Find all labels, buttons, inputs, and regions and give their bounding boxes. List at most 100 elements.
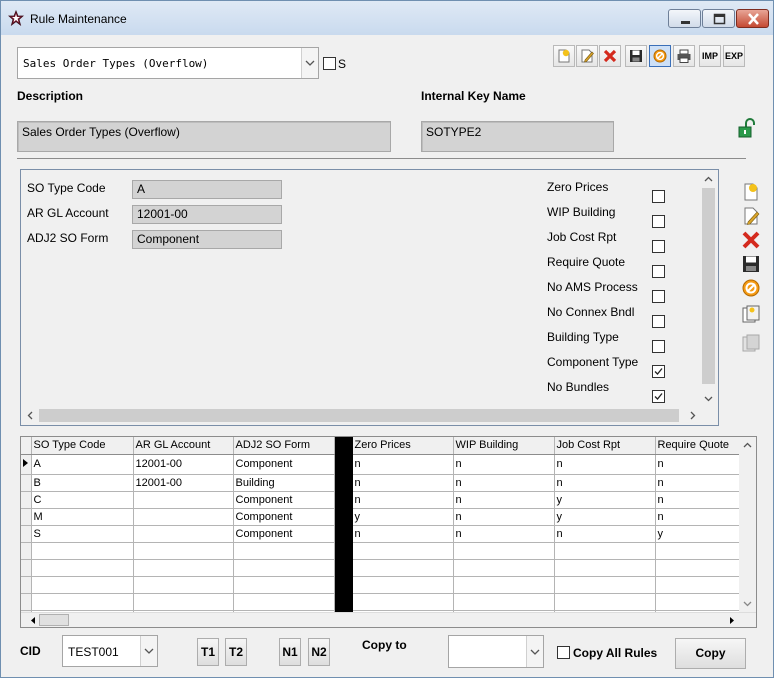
cell[interactable]: n: [453, 491, 555, 509]
cell[interactable]: n: [554, 525, 656, 543]
delete-button[interactable]: [599, 45, 621, 67]
cell[interactable]: 12001-00: [133, 474, 234, 492]
rule-select-dropdown[interactable]: [301, 48, 318, 78]
col-header-wip-building[interactable]: WIP Building: [453, 437, 555, 455]
table-row[interactable]: C Component n n y n: [21, 491, 742, 509]
cid-select[interactable]: TEST001: [62, 635, 158, 667]
side-new-button[interactable]: [740, 181, 762, 203]
cell[interactable]: n: [655, 474, 742, 492]
table-row[interactable]: S Component n n n y: [21, 525, 742, 543]
cell[interactable]: Component: [233, 491, 335, 509]
s-checkbox[interactable]: [323, 57, 336, 70]
t1-button[interactable]: T1: [197, 638, 219, 666]
col-header-so-type-code[interactable]: SO Type Code: [31, 437, 134, 455]
cell[interactable]: [133, 508, 234, 526]
cell[interactable]: [133, 491, 234, 509]
cell[interactable]: n: [655, 454, 742, 475]
cell[interactable]: 12001-00: [133, 454, 234, 475]
cell[interactable]: n: [453, 508, 555, 526]
close-window-button[interactable]: [736, 9, 769, 28]
ar-gl-account-field[interactable]: 12001-00: [132, 205, 282, 224]
col-header-ar-gl-account[interactable]: AR GL Account: [133, 437, 234, 455]
empty-row[interactable]: [21, 576, 742, 594]
unlock-button[interactable]: [736, 118, 758, 140]
panel-vscroll-thumb[interactable]: [702, 188, 715, 384]
cell[interactable]: A: [31, 454, 134, 475]
cell[interactable]: y: [352, 508, 454, 526]
cell[interactable]: n: [352, 491, 454, 509]
cell[interactable]: n: [655, 491, 742, 509]
empty-row[interactable]: [21, 542, 742, 560]
cell[interactable]: n: [352, 474, 454, 492]
new-button[interactable]: [553, 45, 575, 67]
side-paste-button[interactable]: [740, 332, 762, 354]
panel-horizontal-scrollbar[interactable]: [23, 407, 700, 424]
cell[interactable]: n: [352, 454, 454, 475]
no-bundles-checkbox[interactable]: [652, 390, 665, 403]
t2-button[interactable]: T2: [225, 638, 247, 666]
col-header-require-quote[interactable]: Require Quote: [655, 437, 742, 455]
require-quote-checkbox[interactable]: [652, 265, 665, 278]
cell[interactable]: n: [655, 508, 742, 526]
grid-vertical-scrollbar[interactable]: [739, 437, 756, 612]
maximize-button[interactable]: [702, 9, 735, 28]
n2-button[interactable]: N2: [308, 638, 330, 666]
cell[interactable]: n: [554, 454, 656, 475]
import-button[interactable]: IMP: [699, 45, 721, 67]
col-header-zero-prices[interactable]: Zero Prices: [352, 437, 454, 455]
cell[interactable]: C: [31, 491, 134, 509]
job-cost-rpt-checkbox[interactable]: [652, 240, 665, 253]
so-type-code-field[interactable]: A: [132, 180, 282, 199]
cell[interactable]: Component: [233, 525, 335, 543]
cell[interactable]: B: [31, 474, 134, 492]
cell[interactable]: M: [31, 508, 134, 526]
cell[interactable]: y: [655, 525, 742, 543]
col-header-job-cost-rpt[interactable]: Job Cost Rpt: [554, 437, 656, 455]
panel-vertical-scrollbar[interactable]: [700, 172, 717, 407]
cell[interactable]: n: [352, 525, 454, 543]
cell[interactable]: Component: [233, 508, 335, 526]
cell[interactable]: Component: [233, 454, 335, 475]
copy-button[interactable]: Copy: [675, 638, 746, 669]
wip-building-checkbox[interactable]: [652, 215, 665, 228]
cid-select-dropdown[interactable]: [140, 636, 157, 666]
component-type-checkbox[interactable]: [652, 365, 665, 378]
cell[interactable]: [133, 525, 234, 543]
cell[interactable]: Building: [233, 474, 335, 492]
cell[interactable]: y: [554, 491, 656, 509]
side-delete-button[interactable]: [740, 229, 762, 251]
cell[interactable]: n: [453, 454, 555, 475]
panel-hscroll-thumb[interactable]: [39, 409, 679, 422]
edit-button[interactable]: [576, 45, 598, 67]
grid-horizontal-scrollbar[interactable]: [21, 612, 756, 627]
minimize-button[interactable]: [668, 9, 701, 28]
zero-prices-checkbox[interactable]: [652, 190, 665, 203]
side-save-button[interactable]: [740, 253, 762, 275]
export-button[interactable]: EXP: [723, 45, 745, 67]
table-row[interactable]: M Component y n y n: [21, 508, 742, 526]
description-field[interactable]: Sales Order Types (Overflow): [17, 121, 391, 152]
no-connex-bndl-checkbox[interactable]: [652, 315, 665, 328]
rule-select[interactable]: Sales Order Types (Overflow): [17, 47, 319, 79]
copy-to-select-dropdown[interactable]: [526, 636, 543, 667]
cell[interactable]: n: [453, 474, 555, 492]
cell[interactable]: n: [453, 525, 555, 543]
adj2-so-form-field[interactable]: Component: [132, 230, 282, 249]
copy-all-rules-checkbox[interactable]: [557, 646, 570, 659]
empty-row[interactable]: [21, 593, 742, 611]
cell[interactable]: S: [31, 525, 134, 543]
side-edit-button[interactable]: [740, 205, 762, 227]
table-row[interactable]: B 12001-00 Building n n n n: [21, 474, 742, 492]
cancel-button[interactable]: [649, 45, 671, 67]
empty-row[interactable]: [21, 559, 742, 577]
save-button[interactable]: [625, 45, 647, 67]
cell[interactable]: n: [554, 474, 656, 492]
copy-to-select[interactable]: [448, 635, 544, 668]
print-button[interactable]: [673, 45, 695, 67]
table-row[interactable]: A 12001-00 Component n n n n: [21, 454, 742, 475]
cell[interactable]: y: [554, 508, 656, 526]
no-ams-process-checkbox[interactable]: [652, 290, 665, 303]
grid-hscroll-thumb[interactable]: [39, 614, 69, 626]
side-copy-button[interactable]: [740, 303, 762, 325]
side-cancel-button[interactable]: [740, 277, 762, 299]
